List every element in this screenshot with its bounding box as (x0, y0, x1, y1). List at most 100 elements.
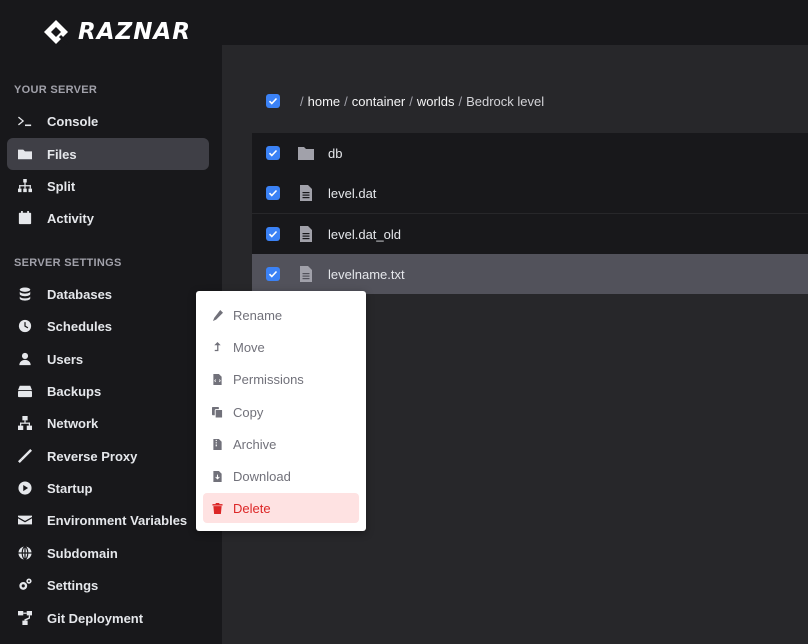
wand-icon (17, 448, 33, 464)
breadcrumb-current: Bedrock level (466, 93, 545, 109)
file-row-db[interactable]: db (252, 133, 808, 173)
sidebar-item-reverse-proxy[interactable]: Reverse Proxy (7, 440, 209, 472)
breadcrumb-home[interactable]: home (308, 94, 341, 109)
sidebar-item-label: Backups (47, 383, 102, 399)
file-name: level.dat_old (328, 226, 401, 242)
folder-icon (17, 146, 33, 162)
sidebar-item-label: Console (47, 113, 99, 129)
menu-item-label: Download (233, 468, 291, 484)
envelope-icon (17, 512, 33, 528)
menu-item-label: Move (233, 339, 265, 355)
git-icon (17, 610, 33, 626)
sidebar-item-label: Files (47, 146, 77, 162)
sidebar-item-databases[interactable]: Databases (7, 278, 209, 310)
menu-item-label: Copy (233, 404, 264, 420)
file-name: level.dat (328, 185, 377, 201)
sidebar-item-label: Activity (47, 210, 94, 226)
sidebar-item-console[interactable]: Console (7, 105, 209, 137)
menu-item-rename[interactable]: Rename (203, 300, 359, 330)
sitemap-icon (17, 178, 33, 194)
file-archive-icon (211, 438, 223, 450)
menu-item-label: Delete (233, 500, 271, 516)
sidebar-item-label: Split (47, 178, 76, 194)
file-checkbox[interactable] (266, 146, 280, 160)
section-title-server-settings: SERVER SETTINGS (14, 257, 122, 269)
pencil-icon (211, 309, 223, 321)
menu-item-move[interactable]: Move (203, 332, 359, 362)
menu-item-delete[interactable]: Delete (203, 493, 359, 523)
file-row-level-dat[interactable]: level.dat (252, 173, 808, 213)
sidebar-item-activity[interactable]: Activity (7, 202, 209, 234)
sidebar-item-label: Environment Variables (47, 512, 188, 528)
menu-item-permissions[interactable]: Permissions (203, 364, 359, 394)
archive-box-icon (17, 383, 33, 399)
menu-item-copy[interactable]: Copy (203, 397, 359, 427)
select-all-checkbox[interactable] (266, 94, 280, 108)
database-icon (17, 286, 33, 302)
check-icon (268, 189, 278, 197)
sidebar-item-environment-variables[interactable]: Environment Variables (7, 504, 209, 536)
sidebar-item-label: Network (47, 415, 99, 431)
terminal-icon (17, 113, 33, 129)
sidebar-item-label: Users (47, 351, 84, 367)
sidebar-item-label: Startup (47, 480, 93, 496)
brand-logo[interactable]: RAZNAR (42, 16, 191, 48)
sidebar-item-startup[interactable]: Startup (7, 472, 209, 504)
breadcrumb-container[interactable]: container (352, 94, 405, 109)
play-icon (17, 480, 33, 496)
sidebar-item-label: Settings (47, 577, 99, 593)
sidebar-item-files[interactable]: Files (7, 138, 209, 170)
calendar-icon (17, 210, 33, 226)
menu-item-download[interactable]: Download (203, 461, 359, 491)
gears-icon (17, 577, 33, 593)
sidebar-item-users[interactable]: Users (7, 343, 209, 375)
file-context-menu: Rename Move Permissions Copy Archive Dow… (196, 291, 366, 531)
sidebar-item-label: Schedules (47, 318, 113, 334)
move-arrow-icon (211, 341, 223, 353)
folder-icon (298, 145, 314, 161)
menu-item-archive[interactable]: Archive (203, 429, 359, 459)
sidebar-item-git-deployment[interactable]: Git Deployment (7, 602, 209, 634)
sidebar-item-network[interactable]: Network (7, 407, 209, 439)
file-checkbox[interactable] (266, 267, 280, 281)
file-text-icon (298, 226, 314, 242)
trash-icon (211, 502, 223, 514)
file-text-icon (298, 266, 314, 282)
file-download-icon (211, 470, 223, 482)
breadcrumb: / home / container / worlds / Bedrock le… (266, 91, 544, 111)
sidebar-item-backups[interactable]: Backups (7, 375, 209, 407)
raznar-logo-icon (44, 20, 70, 46)
copy-icon (211, 406, 223, 418)
breadcrumb-worlds[interactable]: worlds (417, 94, 455, 109)
menu-item-label: Rename (233, 307, 283, 323)
sidebar-item-split[interactable]: Split (7, 170, 209, 202)
sidebar-item-settings[interactable]: Settings (7, 569, 209, 601)
globe-icon (17, 545, 33, 561)
file-name: db (328, 145, 343, 161)
menu-item-label: Permissions (233, 371, 304, 387)
user-icon (17, 351, 33, 367)
check-icon (268, 149, 278, 157)
sidebar-item-label: Subdomain (47, 545, 118, 561)
network-icon (17, 415, 33, 431)
sidebar-item-label: Git Deployment (47, 610, 144, 626)
file-checkbox[interactable] (266, 227, 280, 241)
clock-icon (17, 318, 33, 334)
sidebar-item-subdomain[interactable]: Subdomain (7, 537, 209, 569)
sidebar-item-label: Reverse Proxy (47, 448, 138, 464)
menu-item-label: Archive (233, 436, 277, 452)
check-icon (268, 97, 278, 105)
sidebar-item-schedules[interactable]: Schedules (7, 310, 209, 342)
sidebar-item-label: Databases (47, 286, 113, 302)
check-icon (268, 230, 278, 238)
file-checkbox[interactable] (266, 186, 280, 200)
section-title-your-server: YOUR SERVER (14, 84, 98, 96)
sidebar: RAZNAR YOUR SERVER Console Files Split A… (0, 0, 222, 644)
file-name: levelname.txt (328, 266, 405, 282)
file-row-level-dat-old[interactable]: level.dat_old (252, 214, 808, 254)
check-icon (268, 270, 278, 278)
file-row-levelname-txt[interactable]: levelname.txt (252, 254, 808, 294)
file-code-icon (211, 373, 223, 385)
brand-name: RAZNAR (78, 19, 191, 45)
file-text-icon (298, 185, 314, 201)
